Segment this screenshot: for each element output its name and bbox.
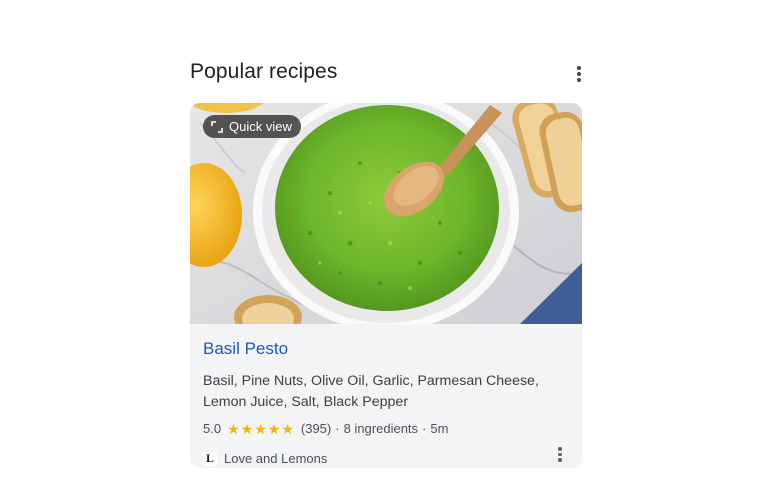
more-vert-icon[interactable]: [554, 445, 566, 463]
recipe-meta: 5.0 ★ ★ ★ ★ ★ (395) · 8 ingredients · 5m: [203, 421, 448, 436]
ingredient-count: 8 ingredients: [343, 421, 419, 436]
recipe-image[interactable]: Quick view: [190, 103, 582, 324]
star-icon: ★: [227, 420, 240, 437]
quick-view-label: Quick view: [229, 119, 292, 134]
star-icon: ★: [281, 420, 294, 437]
recipe-source[interactable]: L Love and Lemons: [203, 451, 327, 466]
star-rating: ★ ★ ★ ★ ★: [227, 422, 295, 436]
rating-value: 5.0: [203, 421, 222, 436]
page: Popular recipes Quick view Basil Pesto B…: [0, 0, 768, 499]
more-vert-icon[interactable]: [572, 64, 586, 84]
source-logo-icon: L: [203, 451, 217, 466]
source-name: Love and Lemons: [224, 451, 328, 466]
ingredients-text: Basil, Pine Nuts, Olive Oil, Garlic, Par…: [203, 373, 539, 410]
quick-view-button[interactable]: Quick view: [203, 115, 301, 138]
star-icon: ★: [267, 420, 281, 437]
star-icon: ★: [240, 420, 254, 437]
section-header: Popular recipes: [190, 56, 592, 90]
star-icon: ★: [254, 420, 267, 437]
separator: ·: [422, 421, 427, 436]
section-title: Popular recipes: [190, 60, 338, 83]
review-count: (395): [300, 421, 332, 436]
expand-icon: [211, 120, 223, 133]
recipe-title-link[interactable]: Basil Pesto: [203, 339, 288, 359]
separator: ·: [335, 421, 340, 436]
prep-time: 5m: [430, 421, 449, 436]
recipe-card[interactable]: Quick view Basil Pesto Basil, Pine Nuts,…: [190, 103, 582, 468]
recipe-details: Basil Pesto Basil, Pine Nuts, Olive Oil,…: [190, 324, 582, 468]
